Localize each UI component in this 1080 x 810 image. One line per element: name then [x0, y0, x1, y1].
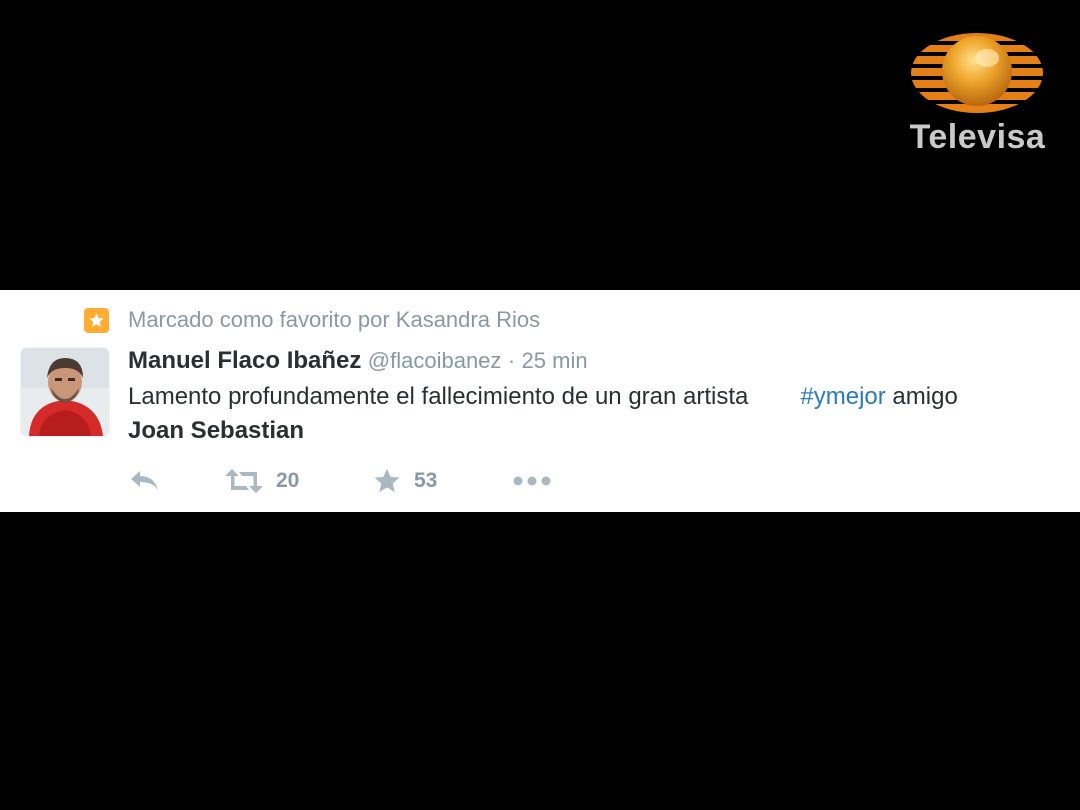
favorite-button[interactable]: 53 [372, 464, 437, 498]
favorite-count: 53 [414, 469, 438, 492]
context-text[interactable]: Marcado como favorito por Kasandra Rios [128, 307, 540, 333]
separator-dot: · [507, 348, 516, 373]
tweet-text: Lamento profundamente el fallecimiento d… [128, 380, 1068, 448]
televisa-logo: Televisa [895, 30, 1060, 160]
tweet-body: Lamento profundamente el fallecimiento d… [128, 383, 749, 410]
televisa-globe-icon [909, 33, 1045, 113]
star-icon [374, 468, 400, 493]
televisa-wordmark: Televisa [909, 118, 1046, 156]
tweet-header: Manuel Flaco Ibañez @flacoibanez · 25 mi… [128, 345, 588, 376]
screen: Televisa Marcado como favorito por Kasan… [0, 0, 1080, 810]
tweet-context: Marcado como favorito por Kasandra Rios [84, 306, 540, 334]
more-icon [513, 476, 551, 486]
favorited-badge [84, 307, 109, 333]
retweet-count: 20 [276, 469, 300, 492]
star-icon [89, 312, 104, 327]
retweet-icon [225, 469, 263, 493]
avatar[interactable] [21, 348, 109, 436]
reply-icon [131, 471, 158, 490]
hashtag-link[interactable]: #ymejor [800, 383, 885, 410]
tweet-text-line: Lamento profundamente el fallecimiento d… [128, 380, 1068, 414]
reply-button[interactable] [128, 464, 162, 498]
tweet-body-after-hashtag: amigo [892, 383, 958, 410]
author-handle[interactable]: @flacoibanez [368, 348, 502, 373]
tweet-card[interactable]: Marcado como favorito por Kasandra Rios … [0, 290, 1080, 512]
avatar-image [21, 348, 109, 436]
retweet-button[interactable]: 20 [224, 464, 299, 498]
more-button[interactable] [512, 464, 552, 498]
tweet-timestamp[interactable]: 25 min [522, 348, 588, 373]
tweet-bold-text: Joan Sebastian [128, 417, 305, 444]
author-name[interactable]: Manuel Flaco Ibañez [128, 347, 361, 374]
